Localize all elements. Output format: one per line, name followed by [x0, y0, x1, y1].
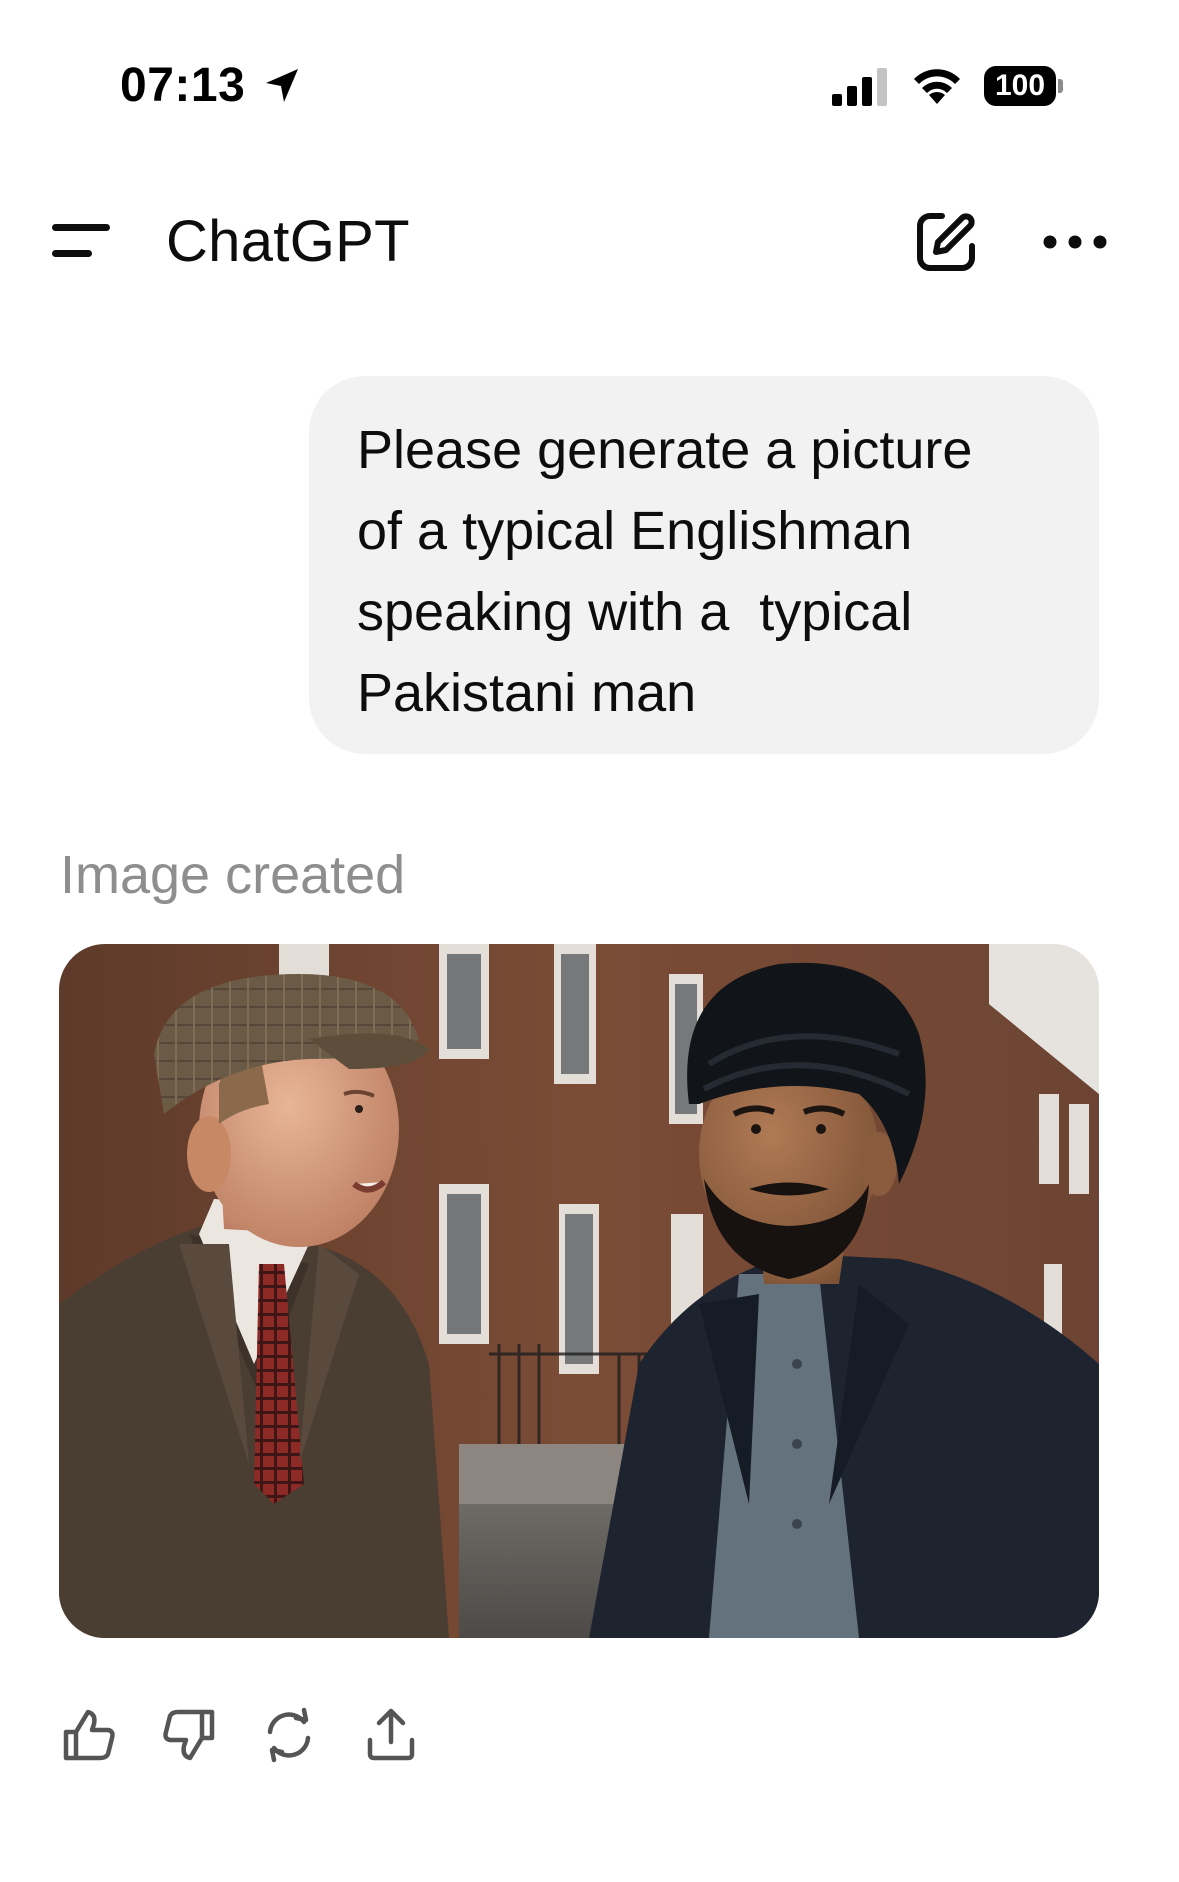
sidebar-menu-icon: [52, 224, 110, 231]
share-button[interactable]: [362, 1706, 420, 1764]
location-arrow-icon: [266, 69, 298, 102]
battery-cap: [1058, 79, 1063, 93]
thumbs-down-button[interactable]: [160, 1706, 218, 1764]
status-time: 07:13: [120, 59, 246, 112]
user-message-bubble[interactable]: Please generate a picture of a typical E…: [309, 376, 1099, 754]
generated-image[interactable]: [59, 944, 1099, 1638]
thumbs-up-button[interactable]: [60, 1706, 118, 1764]
regenerate-icon: [267, 1707, 311, 1763]
battery-icon: 100: [984, 66, 1064, 106]
share-icon: [367, 1708, 415, 1761]
generated-image-illustration: [59, 944, 1099, 1638]
cellular-signal-icon: [832, 68, 887, 106]
sidebar-menu-icon-bar: [52, 250, 92, 257]
new-chat-icon[interactable]: [912, 208, 980, 276]
app-title: ChatGPT: [166, 209, 410, 274]
app-header: ChatGPT: [0, 190, 1179, 290]
thumbs-down-icon: [163, 1709, 215, 1761]
wifi-icon: [914, 69, 960, 104]
regenerate-button[interactable]: [260, 1706, 318, 1764]
sidebar-menu-button[interactable]: [46, 214, 116, 266]
thumbs-up-icon: [63, 1709, 115, 1761]
user-message-text: Please generate a picture of a typical E…: [357, 420, 973, 723]
image-created-label: Image created: [60, 845, 406, 905]
more-options-icon[interactable]: [1040, 220, 1110, 264]
status-bar: 07:13 100: [0, 0, 1179, 170]
battery-level: 100: [984, 66, 1056, 106]
